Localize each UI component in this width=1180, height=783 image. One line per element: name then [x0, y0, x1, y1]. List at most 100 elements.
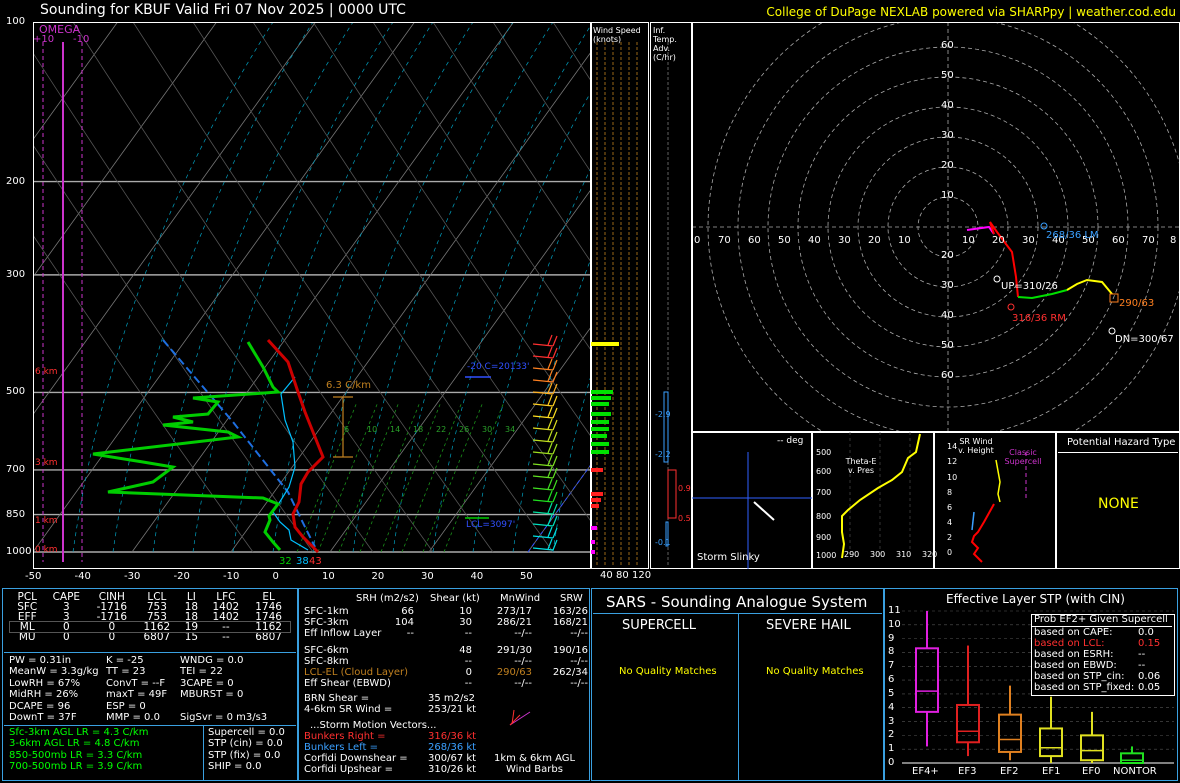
index-value [180, 701, 267, 712]
srwind-y-tick: 10 [947, 473, 958, 482]
stp-legend-label: based on LCL: [1034, 638, 1105, 649]
indices-divider [4, 725, 296, 726]
hodo-ring-label: 40 [941, 310, 954, 321]
mixing-ratio-label: 26 [459, 425, 470, 434]
wind-speed-bar [591, 390, 613, 394]
moist-adiabat [72, 23, 273, 553]
wind-barb-feather [552, 491, 558, 503]
hodo-up-label: UP=310/26 [1001, 281, 1058, 292]
thetae-trace [841, 433, 921, 559]
kin-shear-value: -- [464, 628, 472, 639]
thetae-y-tick: 600 [816, 467, 832, 476]
height-label: 1 km [35, 516, 58, 526]
skewt-plot [34, 23, 590, 562]
composite-value: SHIP = 0.0 [208, 761, 262, 773]
kin-header-mnwind: MnWind [500, 593, 541, 604]
kin-srw-value: --/-- [570, 656, 588, 667]
wind-barb-feather [552, 443, 558, 455]
stp-category-label: EF2 [1000, 766, 1019, 777]
wind-barb-feather [547, 406, 553, 418]
stp-y-tick: 0 [888, 757, 895, 768]
hodo-axis-label: 30 [1022, 235, 1035, 246]
stp-legend-label: based on STP_cin: [1034, 671, 1125, 682]
srwind-trace-upper [995, 459, 1001, 503]
index-value: LowRH = 67% [9, 677, 81, 689]
stp-box [1120, 752, 1144, 764]
sars-supercell-result: No Quality Matches [619, 666, 717, 677]
stp-y-tick: 9 [888, 632, 895, 644]
temp-axis-label: 0 [272, 571, 279, 582]
wind-speed-bar [591, 412, 611, 416]
kin-row-label: LCL-EL (Cloud Layer) [304, 667, 409, 678]
kin-row-label: Eff Inflow Layer [304, 628, 382, 639]
wind-barb-feather [547, 490, 553, 502]
isotherm-line [34, 23, 415, 552]
barbs-label-2: Wind Barbs [506, 764, 563, 775]
lcl-label: LCL=3097' [466, 520, 516, 530]
stp-legend-value: 0.15 [1138, 638, 1161, 649]
wind-barb [532, 367, 554, 371]
kin-header-srw: SRW [560, 593, 583, 604]
mixing-ratio-label: 14 [390, 425, 401, 434]
index-value: PW = 0.31in [9, 655, 72, 666]
parcel-cell: -- [222, 631, 230, 643]
kin-mnwind-value: 273/17 [496, 606, 532, 617]
isotherm-line [527, 465, 590, 553]
isotherm-line [230, 52, 590, 553]
index-value: WNDG = 0.0 [180, 655, 244, 666]
moist-adiabat [232, 23, 433, 553]
moist-adiabat [272, 23, 473, 553]
wind-barb [532, 379, 554, 383]
thetae-y-tick: 800 [816, 512, 832, 521]
mixing-ratio-label: 10 [367, 425, 378, 434]
dry-adiabat [34, 145, 314, 553]
stp-y-tick: 2 [888, 729, 895, 741]
kin-srw-value: --/-- [570, 678, 588, 689]
stp-y-tick: 4 [888, 701, 895, 713]
index-value: MMP = 0.0 [106, 712, 160, 724]
kin-shear-value: 10 [459, 606, 472, 617]
bunkers-left-label: Bunkers Left = [304, 742, 378, 753]
sfc-tw-label: 38 [296, 556, 309, 567]
wind-barb-feather [547, 478, 553, 490]
wind-barb-feather [547, 466, 553, 478]
height-label: 6 km [35, 367, 58, 377]
wind-speed-bar [591, 420, 609, 424]
parcel-cell: 6807 [255, 631, 282, 643]
kin-srw-value: 262/34 [552, 667, 588, 678]
temp-axis-label: 10 [322, 571, 335, 582]
hodograph-plot [693, 23, 1179, 431]
parcel-divider [4, 652, 296, 653]
slinky-plot [692, 452, 812, 569]
wind-barb [532, 499, 554, 503]
temp-adv-value: -0.1 [655, 538, 671, 547]
srwind-46-label: 4-6km SR Wind = [304, 704, 393, 715]
hazard-value: NONE [1098, 496, 1139, 512]
wind-barb-feather [552, 431, 558, 443]
hodo-dn-label: DN=300/67 [1115, 334, 1174, 345]
hazard-title: Potential Hazard Type [1067, 437, 1176, 448]
index-value: DownT = 37F [9, 712, 77, 724]
sars-hail-title: SEVERE HAIL [766, 618, 851, 633]
wind-barb-feather [547, 394, 553, 406]
temp-adv-value: -2.2 [655, 450, 671, 459]
stp-y-tick: 3 [888, 715, 895, 727]
wind-barb [532, 403, 554, 407]
kin-row-label: SFC-6km [304, 645, 349, 656]
wind-barb-feather [547, 442, 553, 454]
indices-col3: WNDG = 0.0 TEI = 22 3CAPE = 0 MBURST = 0… [180, 655, 267, 723]
index-value: TEI = 22 [180, 666, 223, 678]
sfc-t-label: 43 [309, 556, 322, 567]
stp-legend-label: based on ESRH: [1034, 649, 1114, 660]
wind-barb-feather [552, 371, 558, 383]
hodo-axis-label: 70 [1142, 235, 1155, 246]
isotherm-line [131, 23, 514, 553]
wind-barb-feather [547, 502, 553, 514]
parcel-row-mu[interactable]: MU 0 0 6807 15 -- 6807 [10, 631, 290, 643]
hodo-ring-label: 40 [941, 100, 954, 111]
kin-row-label: SFC-8km [304, 656, 349, 667]
rm-marker [1007, 303, 1015, 311]
wetbulb-zero-label: -20 C=20133' [467, 362, 530, 372]
indices-col2: K = -25 TT = 23 ConvT = --F maxT = 49F E… [106, 655, 167, 723]
hodo-ring-label: 60 [941, 40, 954, 51]
